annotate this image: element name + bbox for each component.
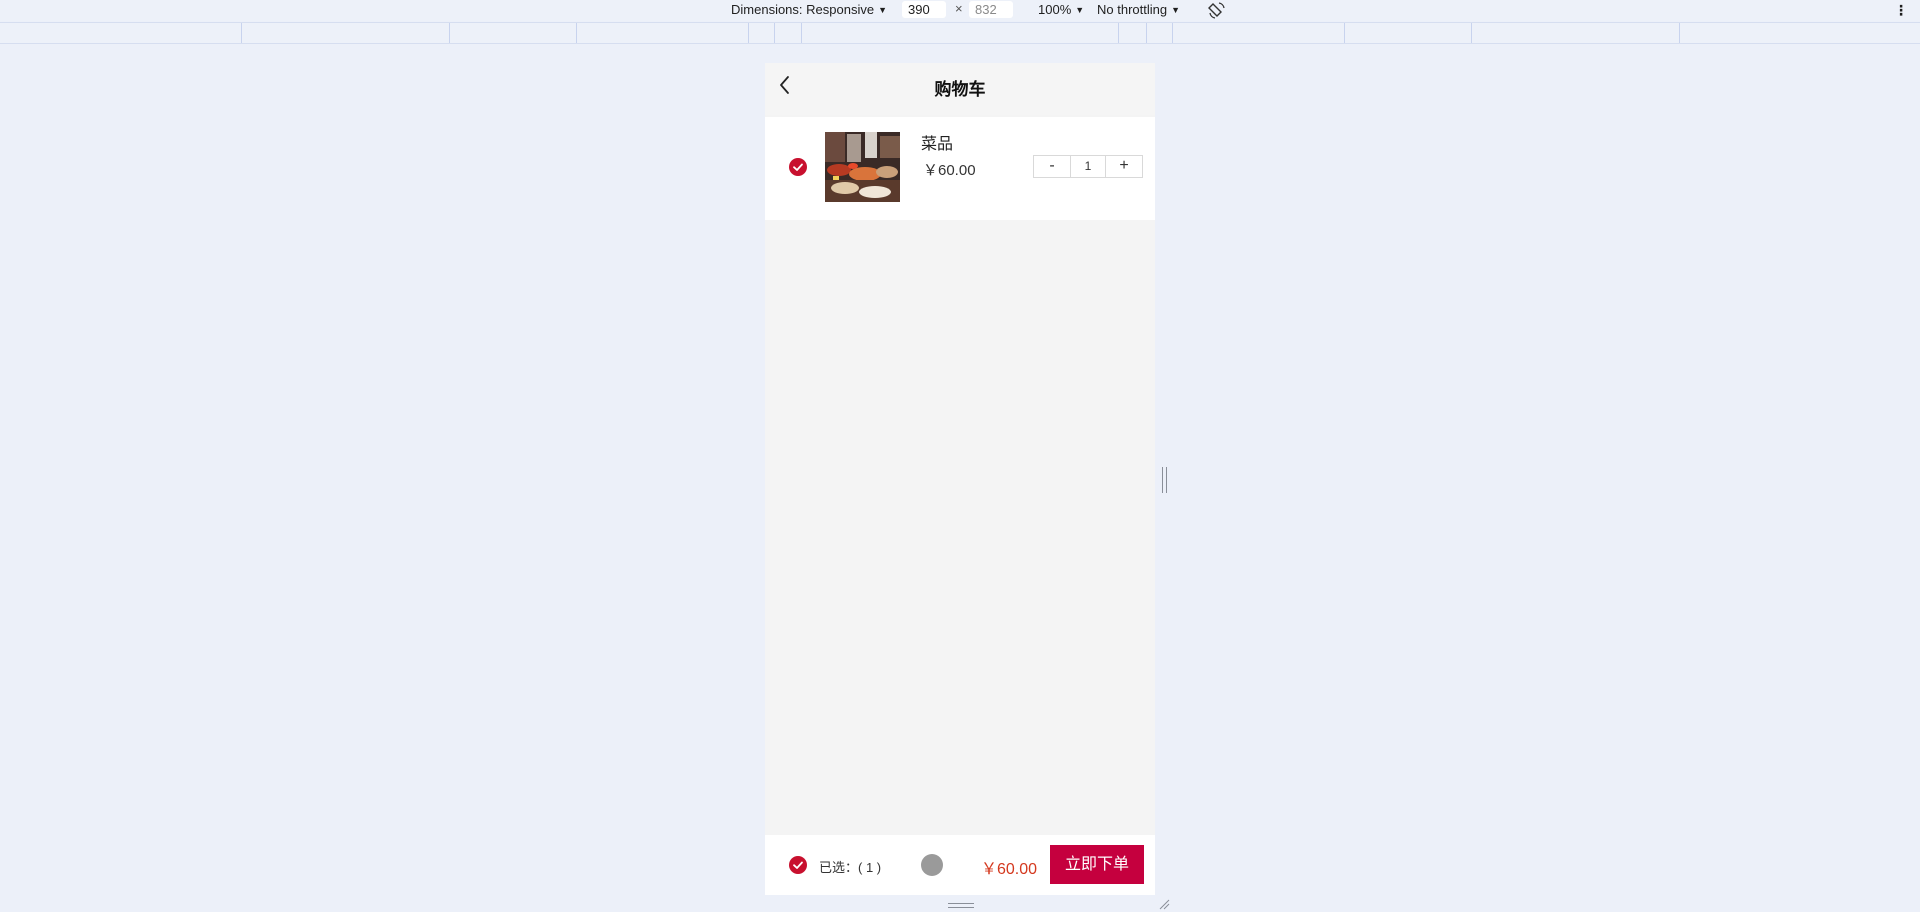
resize-corner-icon[interactable] [1158,898,1170,910]
height-input[interactable]: 832 [969,1,1013,18]
ruler-tick [1146,23,1147,43]
quantity-stepper: - 1 + [1033,155,1143,178]
cart-item: 菜品 ￥60.00 - 1 + [765,117,1155,220]
ruler-tick [774,23,775,43]
ruler-tick [1118,23,1119,43]
zoom-dropdown[interactable]: 100% ▼ [1038,2,1084,17]
ruler-tick [1344,23,1345,43]
ruler-tick [1679,23,1680,43]
ruler-tick [801,23,802,43]
item-name: 菜品 [921,136,954,153]
check-circle-icon[interactable] [789,856,807,874]
resize-handle-right[interactable] [1162,467,1168,493]
resize-handle-bottom[interactable] [948,903,974,909]
place-order-button[interactable]: 立即下单 [1050,845,1144,884]
circle-icon [921,854,943,876]
devtools-toolbar: Dimensions: Responsive ▼ 390 × 832 100% ▼ … [0,0,1920,21]
chevron-down-icon: ▼ [1075,5,1085,15]
check-circle-icon[interactable] [789,158,807,176]
page-header: 购物车 [765,63,1155,115]
checkout-bar: 已选：( 1 ) ￥60.00 立即下单 [765,835,1155,895]
device-viewport: 购物车 菜品 ￥60.00 - 1 + 已选：(1) ￥60.00 立即下单 [765,63,1155,895]
zoom-label: 100% [1038,2,1072,17]
ruler-tick [748,23,749,43]
item-price: ￥60.00 [923,162,976,179]
cart-list: 菜品 ￥60.00 - 1 + [765,117,1155,220]
ruler-tick [576,23,577,43]
chevron-down-icon: ▼ [1171,5,1181,15]
rotate-icon[interactable] [1207,0,1227,20]
throttling-dropdown[interactable]: No throttling ▼ [1097,2,1180,17]
increase-button[interactable]: + [1105,156,1142,177]
dimensions-label: Dimensions: Responsive [731,2,875,17]
ruler-tick [1172,23,1173,43]
dish-image [825,132,900,202]
width-input[interactable]: 390 [902,1,946,18]
chevron-down-icon: ▼ [878,5,887,15]
page-title: 购物车 [934,80,986,99]
quantity-input[interactable]: 1 [1071,156,1105,177]
times-sign: × [955,1,963,16]
ruler-tick [241,23,242,43]
dimensions-dropdown[interactable]: Dimensions: Responsive ▼ [731,2,887,17]
ruler-tick [449,23,450,43]
selected-count: 已选：( 1 ) [819,860,882,875]
throttling-label: No throttling [1097,2,1168,17]
more-vert-icon[interactable]: ⋮ [1894,2,1908,19]
decrease-button[interactable]: - [1034,156,1071,177]
media-query-ruler [0,22,1920,44]
ruler-tick [1471,23,1472,43]
total-price: ￥60.00 [981,861,1038,878]
